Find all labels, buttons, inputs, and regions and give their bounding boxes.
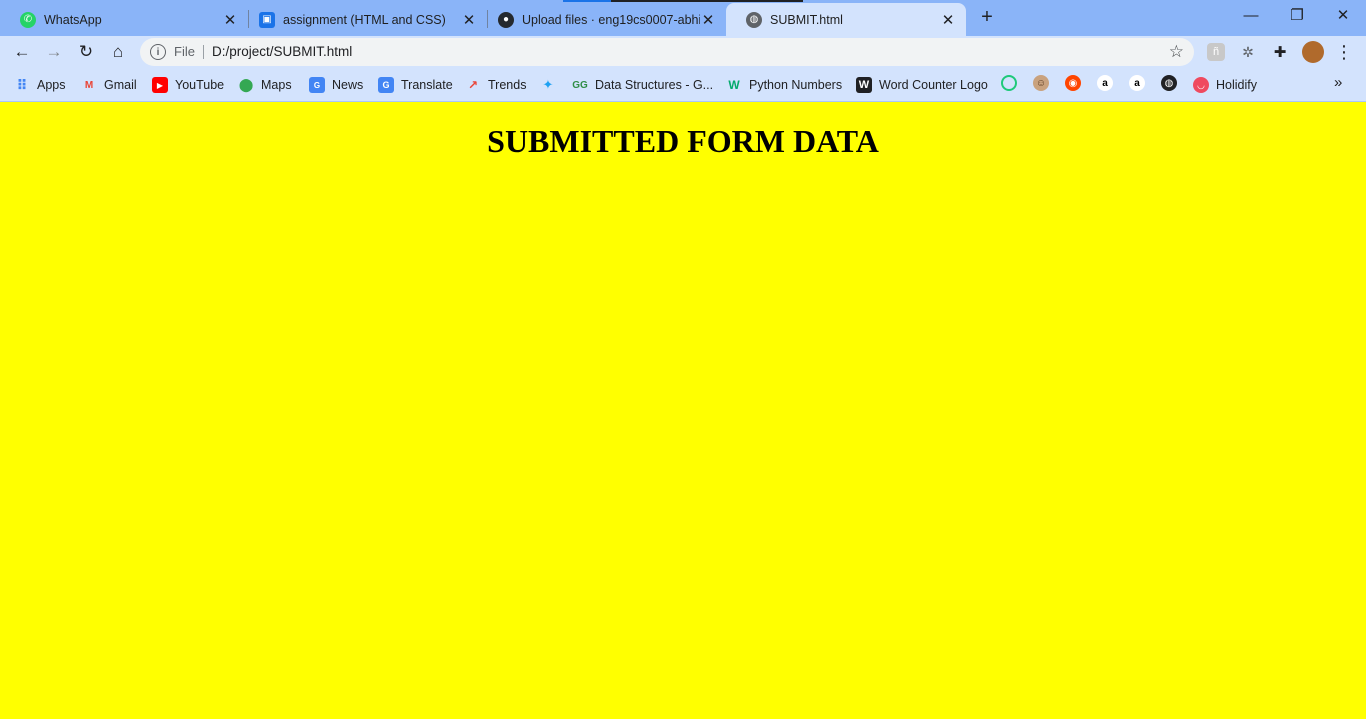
- restore-button[interactable]: ❐: [1274, 0, 1320, 30]
- bookmark-label: News: [332, 78, 364, 92]
- gmail-icon: M: [84, 79, 94, 91]
- omnibox-divider: [203, 45, 204, 59]
- github-icon: ●: [498, 11, 514, 28]
- apps-grid-icon: ⠿: [16, 76, 28, 93]
- twitter-icon: ✦: [542, 77, 554, 92]
- bookmark-trends[interactable]: ↗ Trends: [465, 75, 526, 95]
- reload-icon: ↻: [78, 42, 94, 61]
- window-close-button[interactable]: ✕: [1320, 0, 1366, 30]
- close-icon[interactable]: ✕: [461, 12, 477, 29]
- bookmark-news[interactable]: G News: [309, 75, 363, 95]
- close-icon[interactable]: ✕: [940, 12, 956, 29]
- holidify-icon: ◡: [1193, 77, 1209, 93]
- youtube-icon: ▶: [152, 77, 168, 93]
- bookmark-star-icon[interactable]: ☆: [1169, 42, 1184, 62]
- page-heading: SUBMITTED FORM DATA: [487, 123, 879, 159]
- arrow-right-icon: →: [45, 42, 63, 61]
- arrow-left-icon: ←: [13, 42, 31, 61]
- home-button[interactable]: ⌂: [104, 38, 132, 66]
- bookmark-word-counter[interactable]: W Word Counter Logo: [856, 75, 988, 95]
- bookmark-data-structures[interactable]: GG Data Structures - G...: [572, 75, 713, 95]
- bookmark-face-icon[interactable]: ☺: [1033, 75, 1049, 91]
- bookmark-label: Apps: [37, 78, 66, 92]
- home-icon: ⌂: [112, 42, 124, 61]
- bookmark-circle-icon[interactable]: [1001, 75, 1017, 91]
- bookmark-gmail[interactable]: M Gmail: [81, 75, 137, 95]
- forward-button[interactable]: →: [40, 38, 68, 66]
- loading-indicator: [563, 0, 611, 2]
- tab-whatsapp[interactable]: ✆ WhatsApp ✕: [0, 3, 248, 36]
- close-icon[interactable]: ✕: [222, 12, 238, 29]
- more-bookmarks-chevron-icon[interactable]: »: [1334, 74, 1342, 91]
- loading-indicator-track: [611, 0, 803, 2]
- globe-icon: ◍: [746, 11, 762, 28]
- geeksforgeeks-icon: GG: [572, 79, 588, 91]
- tab-title: WhatsApp: [44, 12, 102, 27]
- trends-icon: ↗: [467, 78, 479, 92]
- bookmark-label: Data Structures - G...: [595, 78, 714, 92]
- tab-github-upload[interactable]: ● Upload files · eng19cs0007-abhi/ ✕: [478, 3, 726, 36]
- reddit-icon[interactable]: ◉: [1065, 75, 1081, 91]
- bookmark-label: Word Counter Logo: [879, 78, 988, 92]
- news-icon: G: [309, 77, 325, 93]
- bookmark-label: Maps: [261, 78, 292, 92]
- bookmark-label: Holidify: [1216, 78, 1257, 92]
- bookmark-twitter[interactable]: ✦: [540, 75, 563, 95]
- amazon-icon[interactable]: a: [1097, 75, 1113, 91]
- maps-icon: ⬤: [238, 77, 254, 92]
- new-tab-button[interactable]: +: [976, 6, 998, 28]
- page-content: SUBMITTED FORM DATA: [0, 103, 1366, 719]
- bookmark-label: Trends: [488, 78, 527, 92]
- whatsapp-icon: ✆: [20, 11, 36, 28]
- amazon-icon[interactable]: a: [1129, 75, 1145, 91]
- bookmark-holidify[interactable]: ◡ Holidify: [1193, 75, 1257, 95]
- classroom-icon: ▣: [259, 11, 275, 28]
- extension-icon[interactable]: ñ: [1207, 43, 1225, 61]
- bookmark-maps[interactable]: ⬤ Maps: [238, 75, 292, 95]
- back-button[interactable]: ←: [8, 38, 36, 66]
- reload-button[interactable]: ↻: [72, 38, 100, 66]
- bookmark-translate[interactable]: G Translate: [378, 75, 453, 95]
- site-info-icon[interactable]: i: [150, 44, 166, 60]
- globe-icon[interactable]: ◍: [1161, 75, 1177, 91]
- kebab-menu-icon: ⋮: [1335, 41, 1353, 62]
- bookmark-youtube[interactable]: ▶ YouTube: [152, 75, 224, 95]
- minimize-button[interactable]: —: [1228, 0, 1274, 30]
- puzzle-extensions-icon[interactable]: ✚: [1271, 43, 1289, 61]
- url-text[interactable]: D:/project/SUBMIT.html: [212, 44, 352, 59]
- tab-title: assignment (HTML and CSS): [283, 12, 446, 27]
- translate-icon: G: [378, 77, 394, 93]
- profile-avatar[interactable]: [1302, 41, 1324, 63]
- bookmark-label: Translate: [401, 78, 453, 92]
- wordcounter-icon: W: [856, 77, 872, 93]
- browser-toolbar: ← → ↻ ⌂ i File D:/project/SUBMIT.html ☆ …: [0, 36, 1366, 68]
- bookmark-apps[interactable]: ⠿ Apps: [14, 75, 66, 95]
- tab-strip: ✆ WhatsApp ✕ ▣ assignment (HTML and CSS)…: [0, 0, 1366, 36]
- close-icon[interactable]: ✕: [700, 12, 716, 29]
- w3schools-icon: W: [728, 78, 740, 92]
- menu-button[interactable]: ⋮: [1330, 38, 1358, 66]
- scheme-chip: File: [174, 44, 195, 59]
- tab-submit-html[interactable]: ◍ SUBMIT.html ✕: [726, 3, 966, 36]
- bookmark-label: Python Numbers: [749, 78, 843, 92]
- tab-title: Upload files · eng19cs0007-abhi/: [522, 12, 700, 27]
- bookmark-python-numbers[interactable]: W Python Numbers: [726, 75, 842, 95]
- bookmark-label: YouTube: [175, 78, 225, 92]
- bug-extension-icon[interactable]: ✲: [1239, 43, 1257, 61]
- tab-assignment[interactable]: ▣ assignment (HTML and CSS) ✕: [239, 3, 487, 36]
- tab-title: SUBMIT.html: [770, 12, 843, 27]
- bookmark-label: Gmail: [104, 78, 137, 92]
- address-bar[interactable]: i File D:/project/SUBMIT.html ☆: [140, 38, 1194, 66]
